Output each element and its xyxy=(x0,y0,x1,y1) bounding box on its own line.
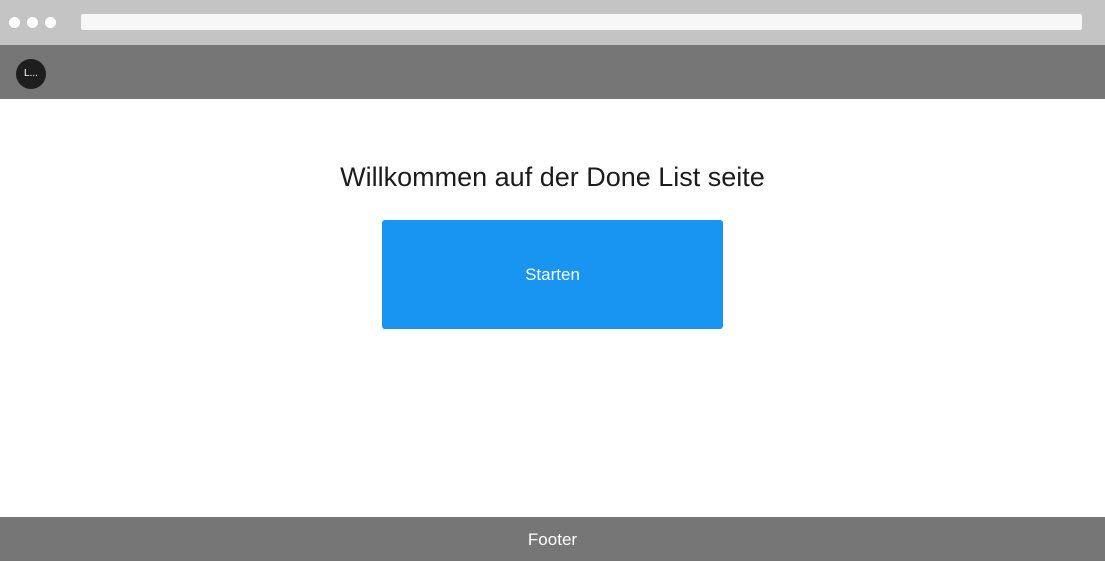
footer: Footer xyxy=(0,517,1105,561)
main-content: Willkommen auf der Done List seite Start… xyxy=(0,99,1105,517)
address-bar[interactable] xyxy=(81,14,1082,30)
page-title: Willkommen auf der Done List seite xyxy=(340,162,765,192)
window-minimize-dot[interactable] xyxy=(27,17,38,28)
window-maximize-dot[interactable] xyxy=(45,17,56,28)
start-button[interactable]: Starten xyxy=(382,220,723,329)
window-close-dot[interactable] xyxy=(9,17,20,28)
browser-chrome xyxy=(0,0,1105,45)
app-header: L... xyxy=(0,45,1105,99)
avatar[interactable]: L... xyxy=(16,59,46,89)
